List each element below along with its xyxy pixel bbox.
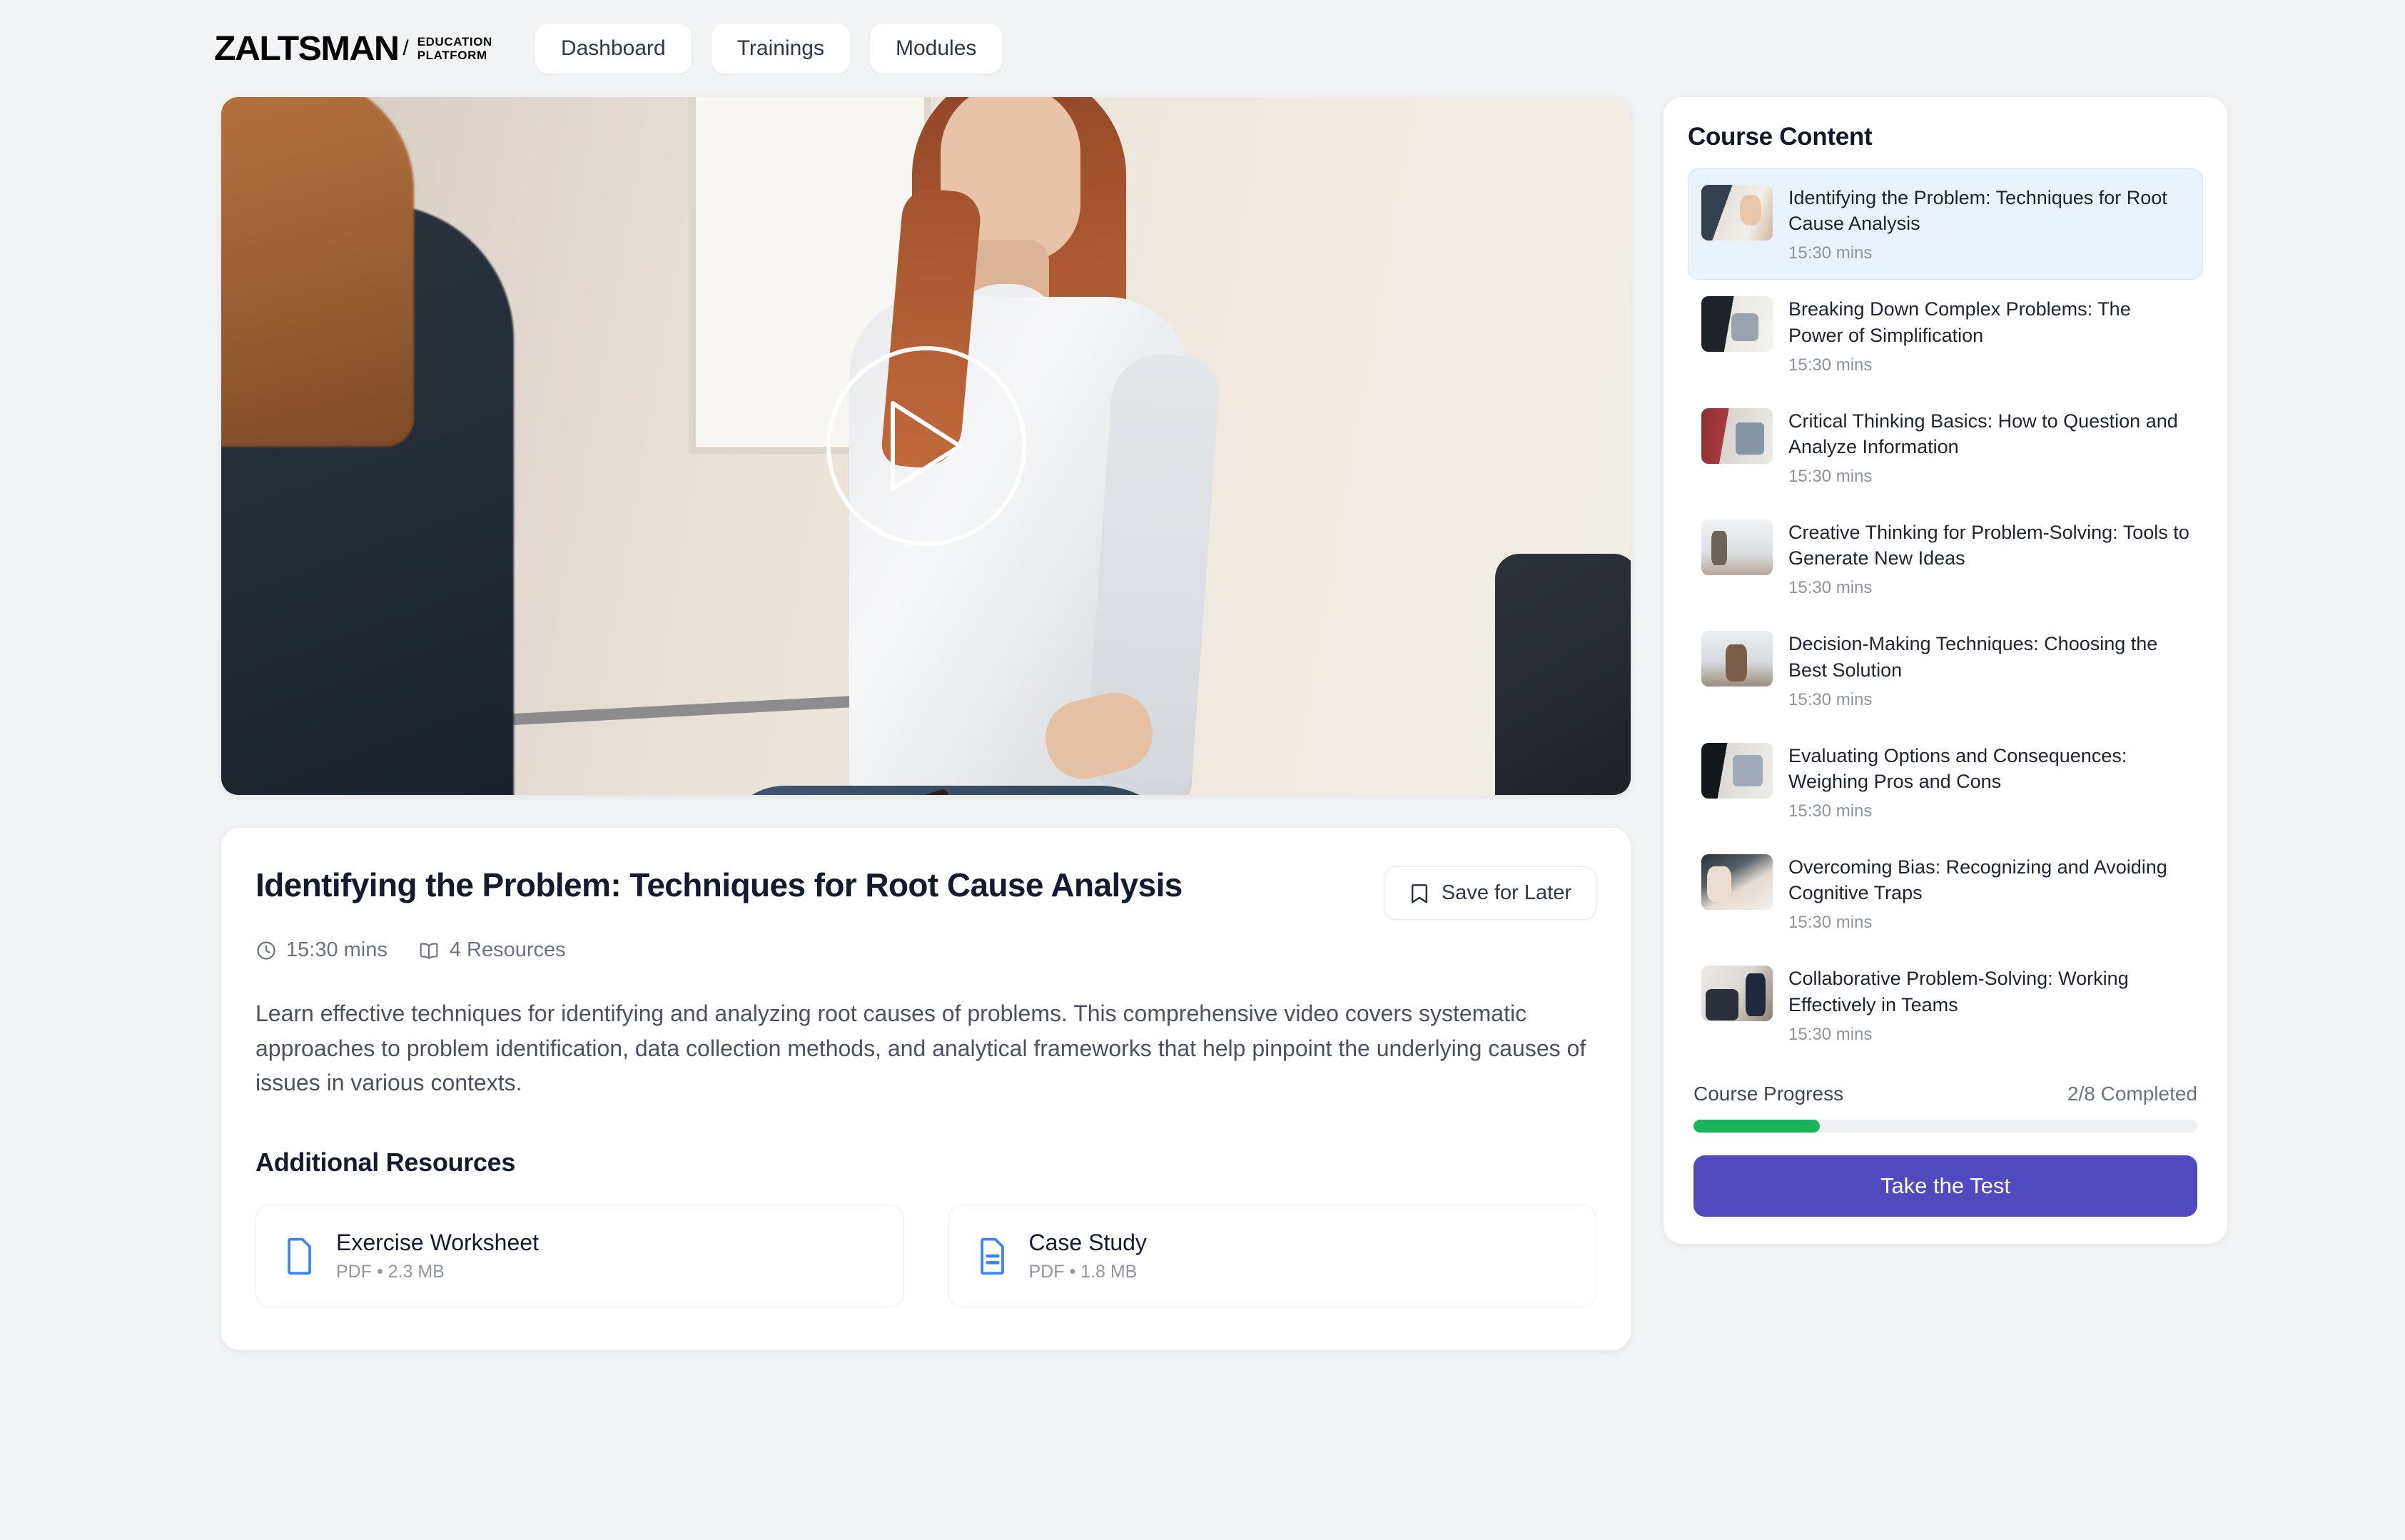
file-text-icon (980, 1237, 1004, 1275)
lesson-title: Overcoming Bias: Recognizing and Avoidin… (1788, 856, 2167, 904)
lesson-thumbnail (1701, 296, 1773, 353)
lesson-duration: 15:30 mins (1788, 689, 1873, 709)
lesson-meta: 15:30 mins 4 Resources (255, 938, 1596, 962)
lesson-item-6[interactable]: Evaluating Options and Consequences: Wei… (1688, 726, 2203, 838)
resource-info: Case Study PDF • 1.8 MB (1029, 1230, 1147, 1282)
lesson-detail-card: Identifying the Problem: Techniques for … (221, 828, 1631, 1350)
lesson-text: Creative Thinking for Problem-Solving: T… (1788, 520, 2189, 598)
lesson-thumbnail (1701, 631, 1773, 687)
lesson-item-1[interactable]: Identifying the Problem: Techniques for … (1688, 168, 2203, 280)
lesson-text: Collaborative Problem-Solving: Working E… (1788, 966, 2189, 1044)
logo-subtitle-line2: PLATFORM (417, 49, 487, 62)
detail-header: Identifying the Problem: Techniques for … (255, 866, 1596, 920)
resource-card-exercise-worksheet[interactable]: Exercise Worksheet PDF • 2.3 MB (255, 1204, 904, 1307)
lesson-item-8[interactable]: Collaborative Problem-Solving: Working E… (1688, 949, 2203, 1060)
logo-slash: / (402, 36, 409, 60)
page-body: Identifying the Problem: Techniques for … (0, 97, 2405, 1350)
lesson-title: Creative Thinking for Problem-Solving: T… (1788, 522, 2189, 569)
lesson-item-2[interactable]: Breaking Down Complex Problems: The Powe… (1688, 280, 2203, 391)
lesson-title: Collaborative Problem-Solving: Working E… (1788, 968, 2129, 1015)
logo-subtitle-line1: EDUCATION (417, 34, 492, 49)
lesson-text: Overcoming Bias: Recognizing and Avoidin… (1788, 854, 2189, 933)
lesson-text: Breaking Down Complex Problems: The Powe… (1788, 296, 2189, 375)
resource-meta: PDF • 2.3 MB (336, 1261, 445, 1282)
resources-count-label: 4 Resources (449, 938, 566, 961)
nav-item-modules[interactable]: Modules (869, 24, 1003, 74)
lesson-duration: 15:30 mins (1788, 243, 1873, 263)
lesson-title: Decision-Making Techniques: Choosing the… (1788, 633, 2158, 681)
lesson-duration: 15:30 mins (1788, 355, 1873, 375)
course-content-panel: Course Content Identifying the Problem: … (1664, 97, 2227, 1244)
lesson-item-5[interactable]: Decision-Making Techniques: Choosing the… (1688, 614, 2203, 726)
lesson-duration: 15:30 mins (1788, 1024, 1873, 1044)
app-header: ZALTSMAN / EDUCATION PLATFORM Dashboard … (0, 0, 2405, 97)
lesson-text: Decision-Making Techniques: Choosing the… (1788, 631, 2189, 709)
resources-meta: 4 Resources (417, 938, 566, 962)
lesson-duration: 15:30 mins (1788, 467, 1873, 487)
lesson-thumbnail (1701, 854, 1773, 911)
course-progress-fill (1693, 1119, 1820, 1133)
course-progress-bar (1693, 1119, 2197, 1133)
lesson-duration: 15:30 mins (1788, 578, 1873, 598)
resource-info: Exercise Worksheet PDF • 2.3 MB (336, 1230, 539, 1282)
duration-meta: 15:30 mins (255, 938, 388, 962)
main-column: Identifying the Problem: Techniques for … (221, 97, 1631, 1350)
lesson-duration: 15:30 mins (1788, 801, 1873, 821)
save-for-later-button[interactable]: Save for Later (1383, 866, 1596, 920)
clock-icon (257, 941, 275, 960)
video-player[interactable] (221, 97, 1631, 795)
logo-subtitle: EDUCATION PLATFORM (417, 35, 492, 62)
lesson-text: Evaluating Options and Consequences: Wei… (1788, 743, 2189, 821)
lesson-text: Critical Thinking Basics: How to Questio… (1788, 408, 2189, 487)
lesson-title: Breaking Down Complex Problems: The Powe… (1788, 298, 2131, 346)
additional-resources-heading: Additional Resources (255, 1147, 516, 1177)
resources-grid: Exercise Worksheet PDF • 2.3 MB Case Stu… (255, 1204, 1596, 1307)
lesson-title: Identifying the Problem: Techniques for … (1788, 187, 2167, 235)
lesson-text: Identifying the Problem: Techniques for … (1788, 185, 2189, 263)
nav-item-trainings[interactable]: Trainings (711, 24, 850, 74)
resource-name: Exercise Worksheet (336, 1229, 539, 1255)
lesson-title: Evaluating Options and Consequences: Wei… (1788, 744, 2127, 792)
save-for-later-label: Save for Later (1441, 881, 1571, 904)
brand-logo: ZALTSMAN / EDUCATION PLATFORM (214, 29, 492, 69)
page-title: Identifying the Problem: Techniques for … (255, 866, 1183, 903)
book-icon (420, 942, 438, 959)
logo-wordmark: ZALTSMAN (214, 29, 400, 68)
lesson-duration: 15:30 mins (1788, 913, 1873, 933)
course-progress-row: Course Progress 2/8 Completed (1688, 1083, 2203, 1105)
duration-label: 15:30 mins (286, 938, 388, 961)
file-icon (288, 1237, 311, 1275)
lesson-thumbnail (1701, 742, 1773, 799)
main-nav: Dashboard Trainings Modules (535, 24, 1003, 74)
lesson-description: Learn effective techniques for identifyi… (255, 1001, 1586, 1096)
lesson-item-7[interactable]: Overcoming Bias: Recognizing and Avoidin… (1688, 838, 2203, 949)
course-progress-count: 2/8 Completed (2067, 1082, 2197, 1105)
bookmark-icon (1411, 883, 1427, 903)
take-the-test-button[interactable]: Take the Test (1693, 1155, 2197, 1217)
resource-meta: PDF • 1.8 MB (1028, 1261, 1138, 1282)
lesson-title: Critical Thinking Basics: How to Questio… (1788, 410, 2178, 457)
nav-item-dashboard[interactable]: Dashboard (535, 24, 692, 74)
lesson-item-4[interactable]: Creative Thinking for Problem-Solving: T… (1688, 503, 2203, 614)
resource-name: Case Study (1028, 1229, 1147, 1255)
lesson-item-3[interactable]: Critical Thinking Basics: How to Questio… (1688, 392, 2203, 503)
lesson-thumbnail (1701, 520, 1773, 576)
lesson-thumbnail (1701, 407, 1773, 464)
play-button-icon[interactable] (826, 346, 1026, 546)
lesson-list: Identifying the Problem: Techniques for … (1688, 168, 2203, 1061)
course-progress-label: Course Progress (1693, 1082, 1844, 1105)
course-content-title: Course Content (1688, 123, 1873, 151)
lesson-thumbnail (1701, 966, 1773, 1022)
play-triangle-icon (890, 401, 962, 491)
resource-card-case-study[interactable]: Case Study PDF • 1.8 MB (948, 1204, 1596, 1307)
lesson-thumbnail (1701, 185, 1773, 240)
sidebar-column: Course Content Identifying the Problem: … (1664, 97, 2227, 1244)
